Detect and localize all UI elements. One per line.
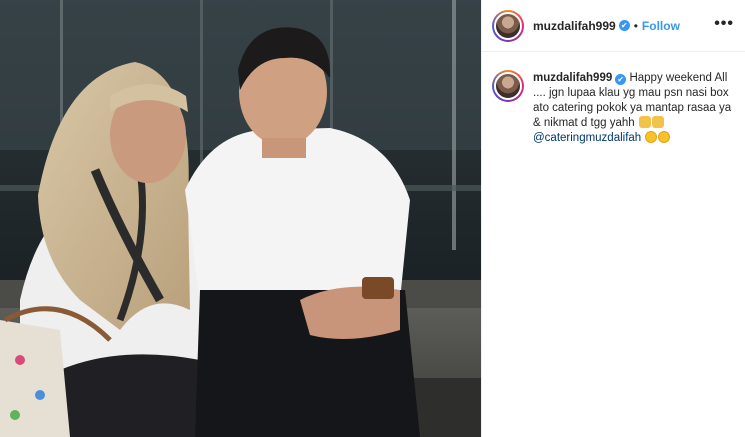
thumbs-up-icon	[651, 116, 664, 128]
caption-verified-icon: ✔	[615, 74, 627, 85]
caption-line-3: ato catering pokok ya mantap rasaa ya	[533, 102, 732, 114]
face-icon	[658, 131, 671, 143]
header-separator: •	[633, 18, 638, 33]
post-photo-illustration	[0, 0, 481, 437]
caption-username[interactable]: muzdalifah999	[533, 72, 612, 84]
post-photo[interactable]	[0, 0, 481, 437]
caption-comment: muzdalifah999 ✔ Happy weekend All .... jg…	[492, 70, 738, 146]
avatar-image	[494, 11, 522, 40]
face-icon	[645, 131, 658, 143]
caption-line-1: Happy weekend All	[629, 72, 728, 84]
thumbs-up-icon	[638, 116, 651, 128]
caption-text: muzdalifah999 ✔ Happy weekend All .... jg…	[533, 71, 738, 146]
header-username[interactable]: muzdalifah999	[533, 19, 616, 33]
post-side-panel: muzdalifah999 ✔ • Follow ••• muzdalifah9…	[481, 0, 745, 437]
follow-button[interactable]: Follow	[642, 19, 680, 33]
caption-line-4: & nikmat d tgg yahh	[533, 117, 635, 129]
more-options-icon[interactable]: •••	[714, 16, 734, 32]
verified-icon: ✔	[618, 20, 630, 31]
caption-avatar-image	[494, 72, 522, 100]
caption-line-2: .... jgn lupaa klau yg mau psn nasi box	[533, 87, 729, 99]
avatar[interactable]	[492, 9, 524, 42]
instagram-post: muzdalifah999 ✔ • Follow ••• muzdalifah9…	[0, 0, 745, 437]
caption-mention-link[interactable]: @cateringmuzdalifah	[533, 132, 641, 144]
caption-avatar[interactable]	[492, 70, 524, 102]
post-header: muzdalifah999 ✔ • Follow •••	[482, 0, 745, 52]
